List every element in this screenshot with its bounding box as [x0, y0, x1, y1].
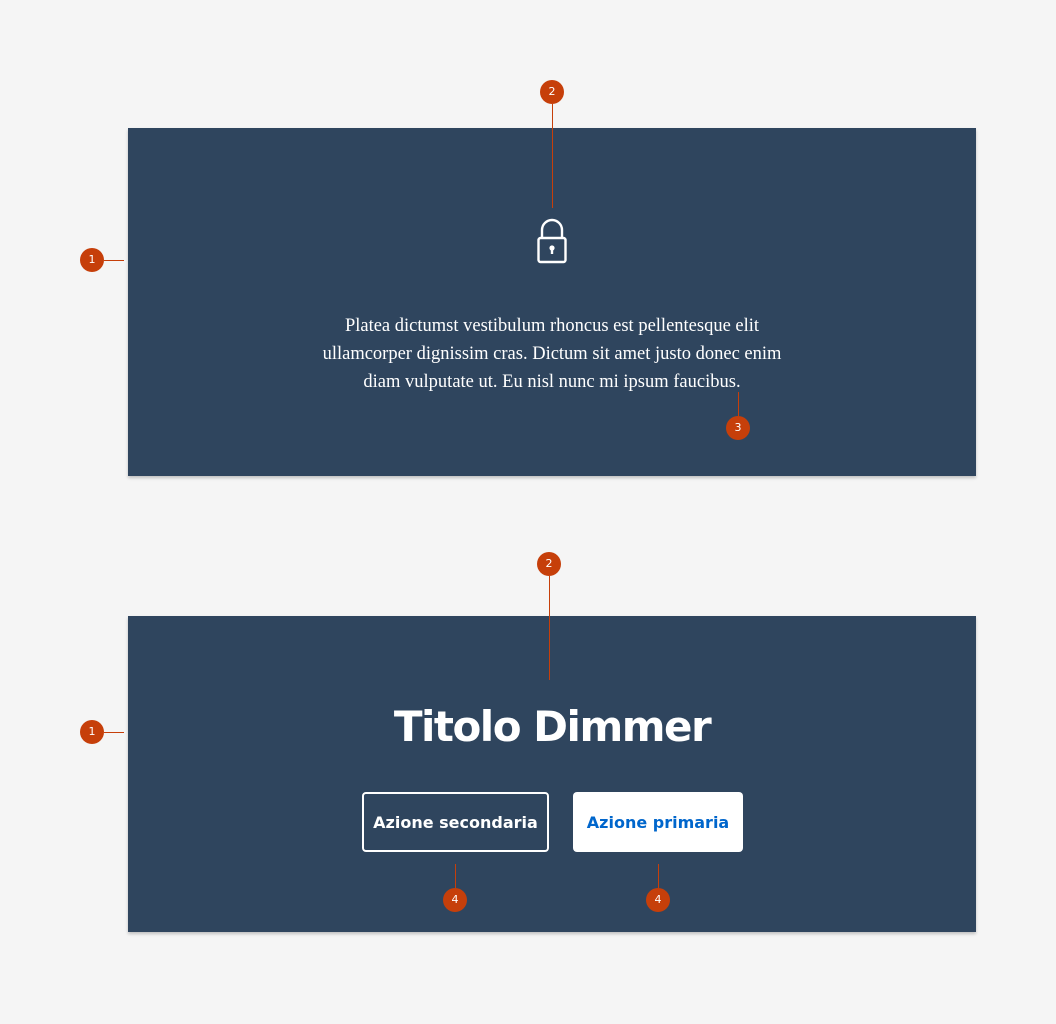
- annotation-marker-action: 4: [443, 888, 467, 912]
- dimmer-title: Titolo Dimmer: [393, 702, 712, 751]
- annotation-leader: [552, 104, 553, 208]
- annotation-leader: [104, 732, 124, 733]
- annotation-leader: [658, 864, 659, 888]
- dimmer-with-actions: Titolo Dimmer Azione secondaria Azione p…: [128, 616, 976, 932]
- annotation-marker-header: 2: [537, 552, 561, 576]
- annotation-leader: [104, 260, 124, 261]
- annotation-leader: [738, 392, 739, 416]
- lock-icon: [537, 218, 567, 264]
- annotation-marker-action: 4: [646, 888, 670, 912]
- annotation-marker-container: 1: [80, 720, 104, 744]
- annotation-leader: [455, 864, 456, 888]
- annotation-marker-text: 3: [726, 416, 750, 440]
- primary-action-button[interactable]: Azione primaria: [573, 792, 743, 852]
- dimmer-text: Platea dictumst vestibulum rhoncus est p…: [322, 316, 782, 392]
- annotation-leader: [549, 576, 550, 680]
- annotation-marker-header: 2: [540, 80, 564, 104]
- secondary-action-button[interactable]: Azione secondaria: [362, 792, 549, 852]
- annotation-marker-container: 1: [80, 248, 104, 272]
